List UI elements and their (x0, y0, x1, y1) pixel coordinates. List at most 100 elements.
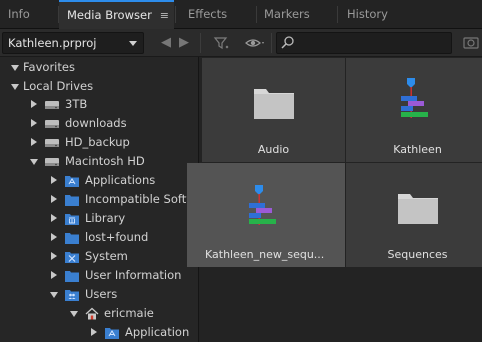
thumbnail (202, 58, 345, 138)
tree-item-label: Macintosh HD (65, 154, 145, 168)
tree-item-label: Favorites (23, 60, 75, 74)
folder-tree: Favorites Local Drives 3TB downloads HD_… (0, 57, 199, 342)
tab-media-browser-label: Media Browser (67, 8, 152, 22)
tree-item-applications[interactable]: Applications (0, 171, 198, 190)
thumbnail (346, 163, 482, 243)
tab-media-browser[interactable]: Media Browser ≡ (59, 0, 174, 29)
back-arrow-icon[interactable]: ◀ (158, 35, 174, 51)
expand-triangle-icon[interactable] (31, 119, 37, 127)
search-icon (281, 35, 295, 51)
tree-item-users[interactable]: Users (0, 285, 198, 304)
tree-item-label: Application (125, 325, 190, 339)
filter-icon[interactable] (212, 34, 230, 52)
grid-item-label: Kathleen (393, 143, 442, 156)
tree-item-lost-found[interactable]: lost+found (0, 228, 198, 247)
applications-folder-icon (104, 325, 120, 340)
tree-item-application[interactable]: Application (0, 323, 198, 342)
grid-item-kathleen[interactable]: Kathleen (346, 58, 482, 162)
expand-triangle-icon[interactable] (30, 159, 38, 165)
tree-item-hd-backup[interactable]: HD_backup (0, 133, 198, 152)
tree-item-label: Local Drives (23, 79, 94, 93)
forward-arrow-icon[interactable]: ▶ (176, 35, 192, 51)
tree-item-local-drives[interactable]: Local Drives (0, 77, 198, 96)
eye-icon[interactable] (244, 34, 266, 52)
tab-effects[interactable]: Effects (180, 0, 250, 29)
folder-icon (64, 192, 80, 207)
tree-item-downloads[interactable]: downloads (0, 114, 198, 133)
tree-item-incompatible-software[interactable]: Incompatible Softw (0, 190, 198, 209)
folder-icon (64, 230, 80, 245)
tree-item-label: lost+found (85, 230, 149, 244)
tab-history[interactable]: History (339, 0, 409, 29)
tree-item-ericmaie[interactable]: ericmaie (0, 304, 198, 323)
tree-item-label: downloads (65, 116, 127, 130)
search-input[interactable] (297, 35, 447, 51)
sequence-icon (401, 78, 428, 118)
tree-item-favorites[interactable]: Favorites (0, 58, 198, 77)
folder-icon (398, 194, 438, 224)
expand-triangle-icon[interactable] (31, 100, 37, 108)
grid-item-sequences[interactable]: Sequences (346, 163, 482, 267)
home-icon (84, 306, 100, 321)
expand-triangle-icon[interactable] (91, 328, 97, 336)
expand-triangle-icon[interactable] (51, 176, 57, 184)
drive-icon (44, 154, 60, 169)
expand-triangle-icon[interactable] (50, 292, 58, 298)
tab-markers[interactable]: Markers (256, 0, 336, 29)
tree-item-label: ericmaie (104, 306, 154, 320)
tree-item-label: HD_backup (65, 135, 130, 149)
tree-item-label: Incompatible Softw (85, 192, 196, 206)
drive-icon (44, 135, 60, 150)
thumbnail (346, 58, 482, 138)
tree-item-library[interactable]: Library (0, 209, 198, 228)
toolbar-divider (200, 33, 201, 53)
tree-item-macintosh-hd[interactable]: Macintosh HD (0, 152, 198, 171)
library-folder-icon (64, 211, 80, 226)
tree-item-label: Applications (85, 173, 156, 187)
tree-item-system[interactable]: System (0, 247, 198, 266)
tab-effects-label: Effects (188, 7, 228, 21)
media-browser-toolbar: Kathleen.prproj ◀ ▶ (0, 29, 482, 57)
expand-triangle-icon[interactable] (11, 84, 19, 90)
tab-divider (337, 6, 338, 23)
tab-history-label: History (347, 7, 388, 21)
search-field[interactable] (276, 32, 452, 54)
chevron-down-icon (129, 41, 137, 46)
drive-icon (44, 116, 60, 131)
tree-item-label: User Information (85, 268, 182, 282)
drive-icon (44, 97, 60, 112)
toolbar-divider (271, 33, 272, 53)
expand-triangle-icon[interactable] (31, 138, 37, 146)
expand-triangle-icon[interactable] (51, 233, 57, 241)
applications-folder-icon (64, 173, 80, 188)
grid-item-label: Kathleen_new_sequ... (205, 248, 325, 261)
thumbnail (187, 163, 345, 243)
expand-triangle-icon[interactable] (11, 65, 19, 71)
expand-triangle-icon[interactable] (51, 271, 57, 279)
tree-item-label: Library (85, 211, 126, 225)
project-dropdown[interactable]: Kathleen.prproj (2, 32, 144, 54)
ingest-settings-icon[interactable] (462, 34, 482, 52)
panel-menu-icon[interactable]: ≡ (160, 3, 169, 29)
tab-info[interactable]: Info (0, 0, 58, 29)
expand-triangle-icon[interactable] (51, 214, 57, 222)
panel-tab-bar: Info Media Browser ≡ Effects Markers Hist… (0, 0, 482, 29)
grid-item-kathleen-new-sequence[interactable]: Kathleen_new_sequ... (187, 163, 345, 267)
tree-item-label: System (85, 249, 128, 263)
folder-icon (254, 89, 294, 119)
folder-icon (64, 268, 80, 283)
grid-item-label: Audio (257, 143, 290, 156)
system-folder-icon (64, 249, 80, 264)
project-dropdown-value: Kathleen.prproj (8, 36, 97, 50)
tab-markers-label: Markers (264, 7, 310, 21)
tree-item-label: Users (85, 287, 118, 301)
users-folder-icon (64, 287, 80, 302)
grid-item-audio[interactable]: Audio (202, 58, 345, 162)
tree-item-user-information[interactable]: User Information (0, 266, 198, 285)
sequence-icon (249, 185, 276, 225)
expand-triangle-icon[interactable] (70, 311, 78, 317)
expand-triangle-icon[interactable] (51, 195, 57, 203)
expand-triangle-icon[interactable] (51, 252, 57, 260)
tab-divider (175, 6, 176, 23)
tree-item-3tb[interactable]: 3TB (0, 95, 198, 114)
